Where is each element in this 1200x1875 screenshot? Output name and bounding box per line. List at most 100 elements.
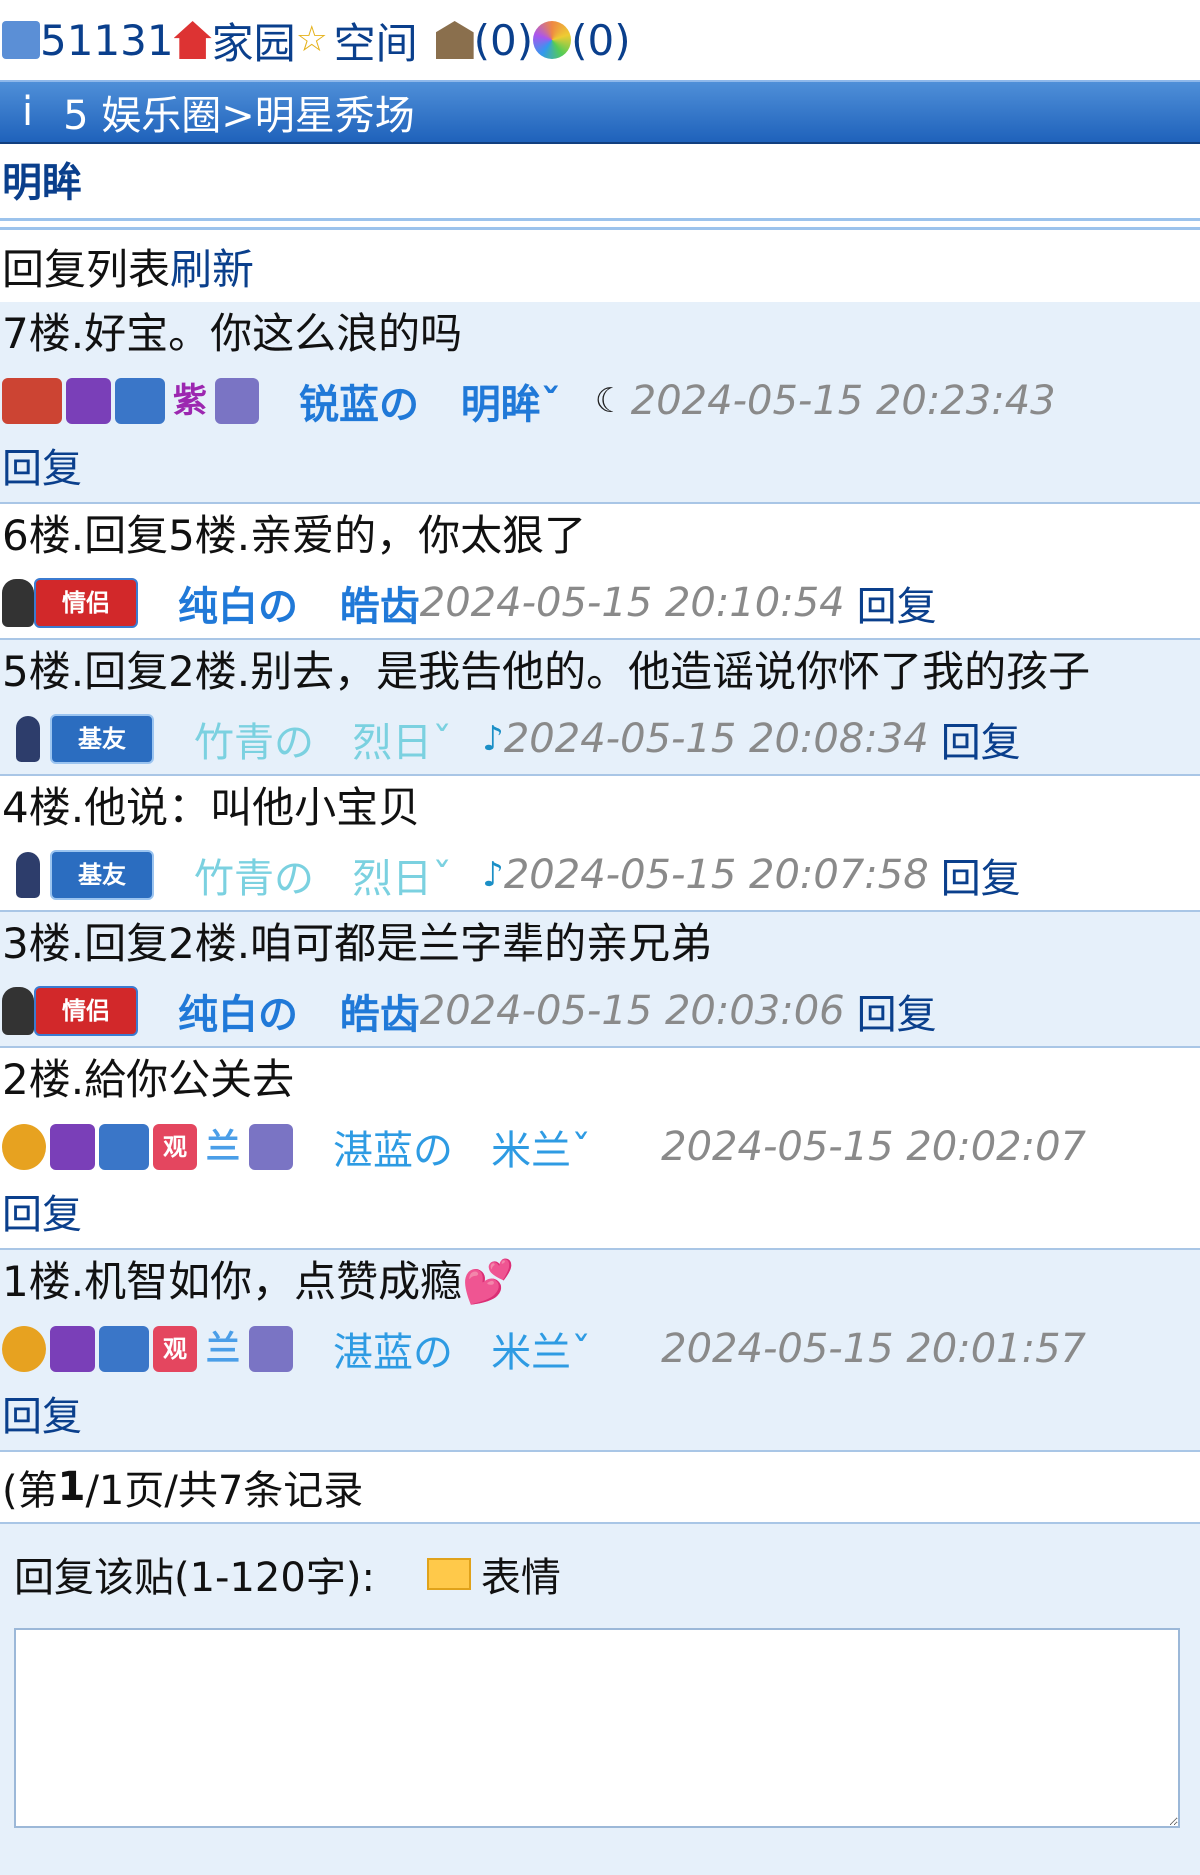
- gem-icon: [50, 1326, 95, 1372]
- bank-icon[interactable]: [435, 21, 474, 59]
- post-time: 2024-05-15 20:02:07: [661, 1124, 1086, 1170]
- current-page: 1: [57, 1464, 86, 1510]
- divider: [0, 218, 1200, 230]
- info-icon: i: [22, 89, 34, 135]
- post-content: 2楼.給你公关去: [2, 1055, 295, 1104]
- reply-link[interactable]: 回复: [2, 1394, 82, 1440]
- username-link[interactable]: 锐蓝の 明眸ˇ: [299, 372, 561, 430]
- house-icon[interactable]: [173, 21, 212, 59]
- star-icon[interactable]: ☆: [296, 21, 334, 59]
- post-content: 7楼.好宝。你这么浪的吗: [2, 309, 463, 358]
- unicorn-icon: [249, 1326, 293, 1372]
- fish-icon: [99, 1326, 149, 1372]
- list-item: 1楼.机智如你，点赞成瘾💕 观 兰 湛蓝の 米兰ˇ 2024-05-15 20:…: [0, 1250, 1200, 1452]
- scale-icon: [2, 378, 62, 424]
- username-link[interactable]: 湛蓝の 米兰ˇ: [333, 1118, 591, 1176]
- post-content: 3楼.回复2楼.咱可都是兰字辈的亲兄弟: [2, 919, 713, 968]
- pin-icon: ♪: [482, 719, 504, 759]
- post-time: 2024-05-15 20:23:43: [630, 378, 1056, 424]
- gem-icon: [66, 378, 111, 424]
- avatar: [16, 852, 40, 898]
- username-link[interactable]: 竹青の 烈日ˇ: [194, 846, 452, 904]
- couple-badge-icon: 情侣: [34, 986, 138, 1036]
- pin-icon: ♪: [482, 855, 504, 895]
- reply-form: 回复该贴(1-120字): 表情: [0, 1524, 1200, 1875]
- post-time: 2024-05-15 20:10:54: [419, 580, 845, 626]
- avatar: [2, 987, 34, 1035]
- reply-link[interactable]: 回复: [857, 982, 937, 1040]
- fish-icon: [99, 1124, 149, 1170]
- space-link[interactable]: 空间: [334, 10, 418, 71]
- pager-text: (第: [2, 1468, 58, 1514]
- user-card-icon[interactable]: [2, 21, 40, 59]
- unicorn-icon: [215, 378, 259, 424]
- album-count[interactable]: (0): [571, 16, 631, 65]
- username-link[interactable]: 竹青の 烈日ˇ: [194, 710, 452, 768]
- reply-list-label: 回复列表: [2, 244, 171, 294]
- unicorn-icon: [249, 1124, 293, 1170]
- couple-badge-icon: 情侣: [34, 578, 138, 628]
- gem-icon: [50, 1124, 95, 1170]
- home-link[interactable]: 家园: [212, 10, 296, 71]
- list-item: 6楼.回复5楼.亲爱的，你太狠了 情侣 纯白の 皓齿 2024-05-15 20…: [0, 504, 1200, 640]
- username-link[interactable]: 纯白の 皓齿: [178, 982, 420, 1040]
- breadcrumb[interactable]: 5 娱乐圈>明星秀场: [63, 83, 415, 141]
- reply-link[interactable]: 回复: [857, 574, 937, 632]
- pager-text: /1页/共7条记录: [85, 1468, 364, 1514]
- crown-icon: [2, 1124, 46, 1170]
- reply-link[interactable]: 回复: [2, 446, 82, 492]
- post-meta: 情侣 纯白の 皓齿 2024-05-15 20:03:06 回复: [2, 976, 1198, 1046]
- reply-label: 回复该贴(1-120字):: [14, 1555, 375, 1601]
- post-content: 6楼.回复5楼.亲爱的，你太狠了: [2, 511, 587, 560]
- list-item: 5楼.回复2楼.别去，是我告他的。他造谣说你怀了我的孩子 基友 竹青の 烈日ˇ …: [0, 640, 1200, 776]
- reply-list-header: 回复列表 刷新: [0, 230, 1200, 302]
- post-meta: 观 兰 湛蓝の 米兰ˇ 2024-05-15 20:02:07: [2, 1112, 1198, 1182]
- buddy-badge-icon: 基友: [50, 850, 154, 900]
- post-content: 4楼.他说：叫他小宝贝: [2, 783, 421, 832]
- moon-icon: ☾: [594, 381, 626, 421]
- post-content: 5楼.回复2楼.别去，是我告他的。他造谣说你怀了我的孩子: [2, 647, 1091, 696]
- post-time: 2024-05-15 20:03:06: [419, 988, 845, 1034]
- avatar: [16, 716, 40, 762]
- reply-textarea[interactable]: [14, 1628, 1180, 1828]
- list-item: 4楼.他说：叫他小宝贝 基友 竹青の 烈日ˇ ♪ 2024-05-15 20:0…: [0, 776, 1200, 912]
- avatar: [2, 579, 34, 627]
- breadcrumb-bar: i 5 娱乐圈>明星秀场: [0, 80, 1200, 144]
- red-badge-icon: 观: [153, 1124, 197, 1170]
- post-meta: 紫 锐蓝の 明眸ˇ ☾ 2024-05-15 20:23:43: [2, 366, 1198, 436]
- post-meta: 基友 竹青の 烈日ˇ ♪ 2024-05-15 20:08:34 回复: [2, 704, 1198, 774]
- post-meta: 基友 竹青の 烈日ˇ ♪ 2024-05-15 20:07:58 回复: [2, 840, 1198, 910]
- post-meta: 观 兰 湛蓝の 米兰ˇ 2024-05-15 20:01:57: [2, 1314, 1198, 1384]
- post-time: 2024-05-15 20:08:34: [503, 716, 929, 762]
- thread-title[interactable]: 明眸: [0, 144, 1200, 214]
- reply-link[interactable]: 回复: [2, 1192, 82, 1238]
- fish-icon: [115, 378, 165, 424]
- hearts-icon: 💕: [462, 1257, 515, 1306]
- reply-link[interactable]: 回复: [941, 846, 1021, 904]
- envelope-icon[interactable]: [426, 1558, 471, 1590]
- top-bar: 51131 家园 ☆ 空间 (0) (0): [0, 0, 1200, 80]
- reply-form-header: 回复该贴(1-120字): 表情: [14, 1542, 1186, 1606]
- reply-link[interactable]: 回复: [941, 710, 1021, 768]
- blue-badge-icon: 兰: [206, 1329, 240, 1369]
- red-badge-icon: 观: [153, 1326, 197, 1372]
- emoji-link[interactable]: 表情: [481, 1545, 561, 1603]
- username-link[interactable]: 湛蓝の 米兰ˇ: [333, 1320, 591, 1378]
- user-id-link[interactable]: 51131: [40, 16, 174, 65]
- purple-badge-icon: 紫: [173, 381, 207, 421]
- refresh-link[interactable]: 刷新: [170, 236, 254, 297]
- post-time: 2024-05-15 20:01:57: [661, 1326, 1086, 1372]
- mail-count[interactable]: (0): [474, 16, 534, 65]
- post-time: 2024-05-15 20:07:58: [503, 852, 929, 898]
- aperture-icon[interactable]: [533, 21, 572, 59]
- badge-group: 观 兰: [2, 1120, 293, 1174]
- pagination: (第 1/1页/共7条记录: [0, 1452, 1200, 1524]
- badge-group: 观 兰: [2, 1322, 293, 1376]
- list-item: 2楼.給你公关去 观 兰 湛蓝の 米兰ˇ 2024-05-15 20:02:07…: [0, 1048, 1200, 1250]
- list-item: 7楼.好宝。你这么浪的吗 紫 锐蓝の 明眸ˇ ☾ 2024-05-15 20:2…: [0, 302, 1200, 504]
- blue-badge-icon: 兰: [206, 1127, 240, 1167]
- list-item: 3楼.回复2楼.咱可都是兰字辈的亲兄弟 情侣 纯白の 皓齿 2024-05-15…: [0, 912, 1200, 1048]
- username-link[interactable]: 纯白の 皓齿: [178, 574, 420, 632]
- crown-icon: [2, 1326, 46, 1372]
- post-content: 1楼.机智如你，点赞成瘾💕: [2, 1257, 515, 1306]
